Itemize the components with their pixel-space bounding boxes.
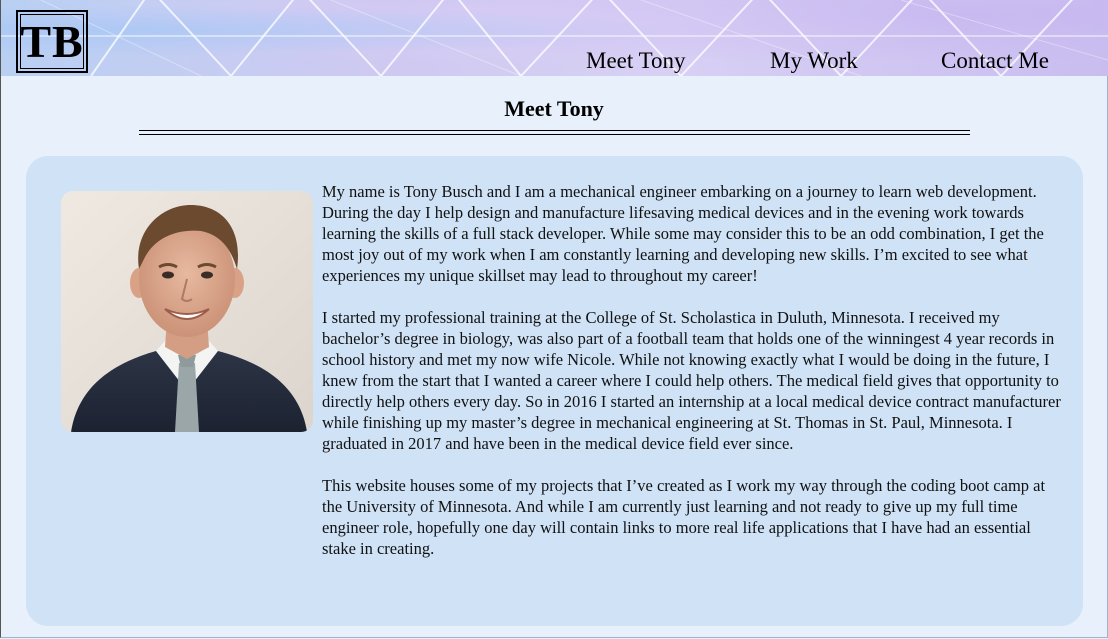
nav-link-meet-tony[interactable]: Meet Tony bbox=[586, 48, 686, 74]
bio-paragraph-education: I started my professional training at th… bbox=[322, 308, 1061, 453]
about-card: My name is Tony Busch and I am a mechani… bbox=[26, 156, 1083, 626]
bio-paragraph-intro: My name is Tony Busch and I am a mechani… bbox=[322, 182, 1044, 285]
nav-link-contact-me[interactable]: Contact Me bbox=[941, 48, 1049, 74]
section-title: Meet Tony bbox=[504, 96, 604, 121]
bio-text: My name is Tony Busch and I am a mechani… bbox=[322, 181, 1062, 580]
nav-link-my-work[interactable]: My Work bbox=[770, 48, 858, 74]
bio-paragraph-website: This website houses some of my projects … bbox=[322, 476, 1046, 558]
profile-photo bbox=[61, 191, 313, 432]
section-divider bbox=[139, 130, 970, 135]
site-header: TB Meet Tony My Work Contact Me bbox=[1, 0, 1108, 76]
portrait-illustration bbox=[61, 191, 313, 432]
main-nav: Meet Tony My Work Contact Me bbox=[1, 48, 1108, 76]
